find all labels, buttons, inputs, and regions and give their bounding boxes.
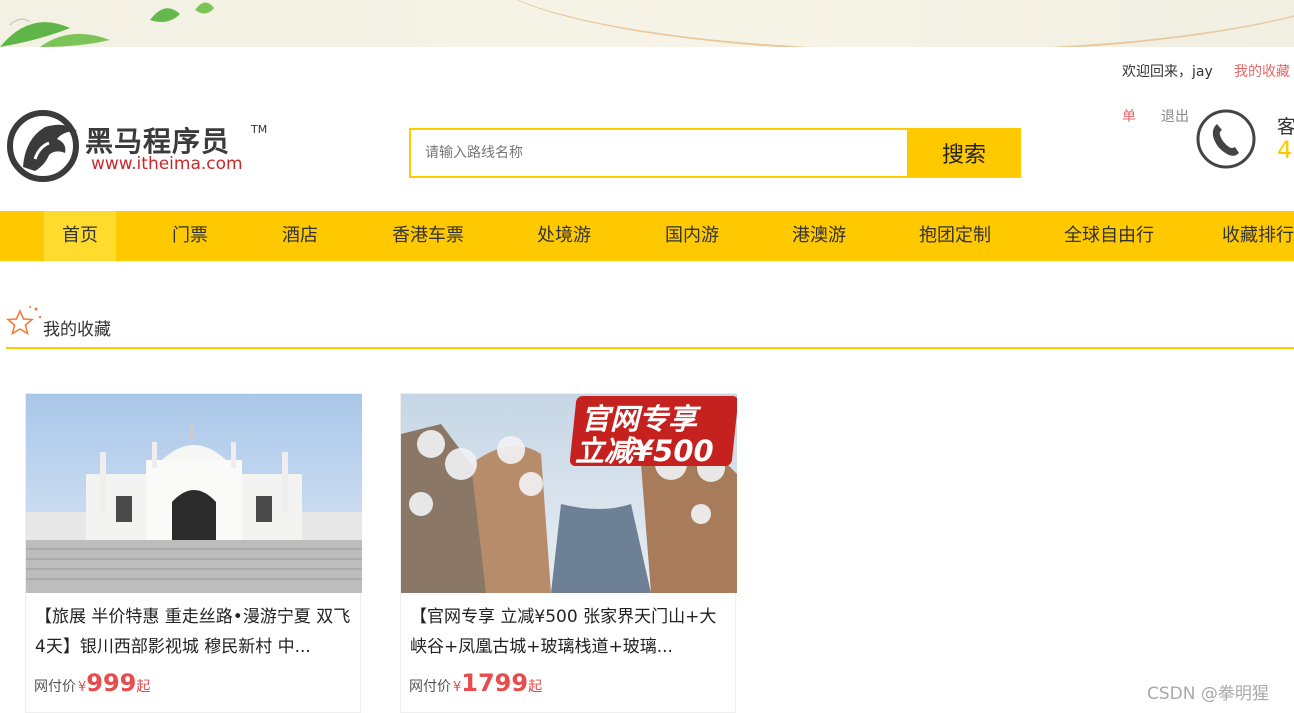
watermark: CSDN @拳明猩 [1147, 684, 1269, 704]
nav-item-favorites-rank[interactable]: 收藏排行 [1222, 211, 1294, 261]
top-banner [0, 0, 1294, 47]
search-input[interactable] [411, 130, 907, 176]
section-title: 我的收藏 [43, 320, 111, 340]
logo-trademark: TM [251, 123, 268, 136]
card-image[interactable] [26, 394, 362, 593]
price-label: 网付价 [409, 679, 451, 695]
favorite-card[interactable]: 【旅展 半价特惠 重走丝路•漫游宁夏 双飞4天】银川西部影视城 穆民新村 中..… [25, 393, 362, 713]
logout-link[interactable]: 退出 [1161, 106, 1189, 126]
price-suffix: 起 [136, 679, 151, 695]
nav-item-home[interactable]: 首页 [44, 211, 116, 261]
card-price: 网付价 ¥1799起 [409, 669, 542, 697]
banner-arc [480, 0, 1294, 47]
favorite-card[interactable]: 官网专享 立减¥500 【官网专享 立减¥500 张家界天门山+大峡谷+凤凰古城… [400, 393, 737, 713]
promo-badge-line2: 立减¥500 [575, 434, 714, 468]
main-nav: 首页 门票 酒店 香港车票 处境游 国内游 港澳游 抱团定制 全球自由行 收藏排… [0, 211, 1294, 261]
section-header: 我的收藏 [6, 303, 1294, 349]
price-label: 网付价 [34, 679, 76, 695]
nav-item-hk-bus[interactable]: 香港车票 [384, 211, 472, 261]
nav-item-domestic[interactable]: 国内游 [652, 211, 732, 261]
card-image[interactable]: 官网专享 立减¥500 [401, 394, 737, 593]
card-title[interactable]: 【旅展 半价特惠 重走丝路•漫游宁夏 双飞4天】银川西部影视城 穆民新村 中..… [35, 602, 353, 662]
service-number: 40 [1277, 136, 1294, 164]
nav-item-hotels[interactable]: 酒店 [264, 211, 336, 261]
nav-item-tickets[interactable]: 门票 [154, 211, 226, 261]
price-suffix: 起 [528, 679, 543, 695]
nav-item-custom[interactable]: 抱团定制 [910, 211, 1000, 261]
leaf-decoration-icon [0, 2, 214, 47]
price-value: 999 [86, 669, 137, 697]
service-label: 客 [1277, 116, 1294, 138]
order-link[interactable]: 单 [1122, 106, 1136, 126]
search-button[interactable]: 搜索 [907, 128, 1021, 178]
card-price: 网付价 ¥999起 [34, 669, 150, 697]
search-box [409, 128, 909, 178]
logo-url: www.itheima.com [91, 154, 243, 174]
nav-item-global[interactable]: 全球自由行 [1056, 211, 1162, 261]
banner-graphic-text [640, 0, 669, 47]
price-value: 1799 [461, 669, 529, 697]
star-icon [6, 306, 42, 336]
card-title[interactable]: 【官网专享 立减¥500 张家界天门山+大峡谷+凤凰古城+玻璃栈道+玻璃... [410, 602, 728, 662]
welcome-text: 欢迎回来，jay [1122, 64, 1213, 80]
phone-icon [1196, 109, 1256, 169]
my-favorites-link[interactable]: 我的收藏 [1234, 61, 1290, 81]
nav-item-hk-macau[interactable]: 港澳游 [779, 211, 859, 261]
nav-item-outbound[interactable]: 处境游 [524, 211, 604, 261]
